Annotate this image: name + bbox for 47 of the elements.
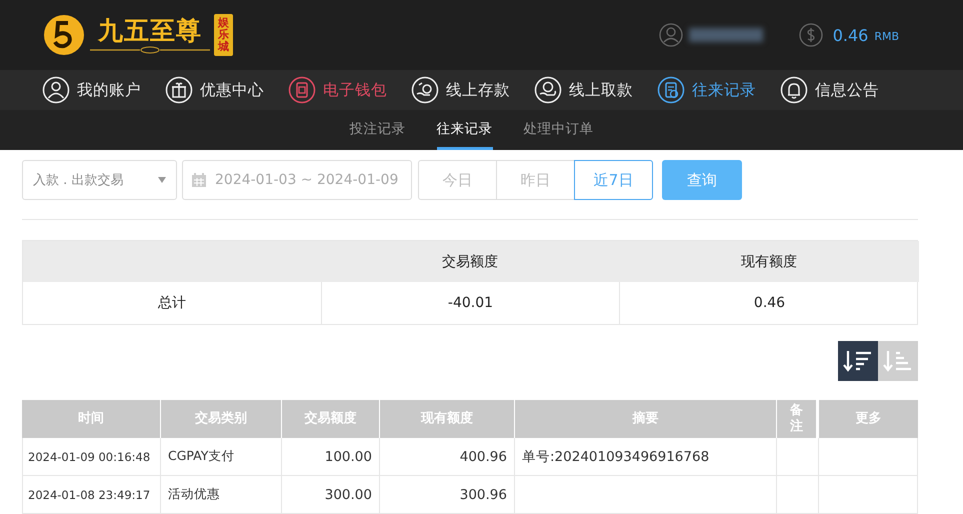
user-icon — [42, 76, 70, 104]
balance-cell: 300.96 — [379, 476, 514, 514]
summary-value-cell: -40.01 — [321, 282, 619, 324]
nav-item[interactable]: 我的账户 — [42, 76, 165, 104]
bell-icon — [780, 76, 808, 104]
nav-item[interactable]: 线上取款 — [534, 76, 657, 104]
time-cell: 2024-01-08 23:49:17 — [22, 476, 160, 514]
logo-emblem-icon — [42, 13, 86, 57]
nav-item[interactable]: 电子钱包 — [288, 76, 411, 104]
sub-tab[interactable]: 往来记录 — [436, 110, 492, 150]
dollar-icon — [798, 23, 823, 47]
summary-cell: 单号:202401093496916768 — [514, 438, 776, 476]
nav-item[interactable]: 优惠中心 — [165, 76, 288, 104]
sort-button[interactable] — [838, 341, 878, 381]
logo-badge: 娱乐城 — [214, 14, 233, 56]
note-cell — [776, 438, 818, 476]
summary-label-cell-text: 总计 — [157, 294, 187, 313]
summary-header-cell: 交易额度 — [321, 241, 619, 282]
summary-header-cell: 现有额度 — [619, 241, 919, 282]
sub-tab[interactable]: 投注记录 — [350, 110, 406, 150]
nav-item[interactable]: 线上存款 — [411, 76, 534, 104]
type-cell: CGPAY支付 — [160, 438, 281, 476]
nav-item[interactable]: 信息公告 — [780, 76, 903, 104]
deposit-icon — [411, 76, 439, 104]
time-cell: 2024-01-09 00:16:48 — [22, 438, 160, 476]
wallet-icon — [288, 76, 316, 104]
sort-ascending-icon — [883, 349, 913, 373]
ornament-line-icon — [90, 46, 210, 54]
balance-unit: RMB — [874, 30, 899, 43]
nav-item[interactable]: 往来记录 — [657, 76, 780, 104]
balance-cell: 400.96 — [379, 438, 514, 476]
balance-amount: 0.46 — [832, 26, 868, 44]
logo-title: 九五至尊 — [98, 16, 202, 46]
amount-cell: 100.00 — [281, 438, 379, 476]
transaction-type-select[interactable]: 入款 . 出款交易 — [22, 160, 177, 200]
note-cell — [776, 476, 818, 514]
sub-tab[interactable]: 处理中订单 — [524, 110, 594, 150]
sort-descending-icon — [843, 349, 873, 373]
caret-icon — [158, 177, 166, 183]
record-icon — [657, 76, 685, 104]
gift-icon — [165, 76, 193, 104]
summary-value-cell: 0.46 — [619, 282, 919, 324]
withdraw-icon — [534, 76, 562, 104]
calendar-icon — [191, 172, 207, 188]
amount-cell: 300.00 — [281, 476, 379, 514]
user-icon — [658, 23, 683, 47]
type-cell: 活动优惠 — [160, 476, 281, 514]
